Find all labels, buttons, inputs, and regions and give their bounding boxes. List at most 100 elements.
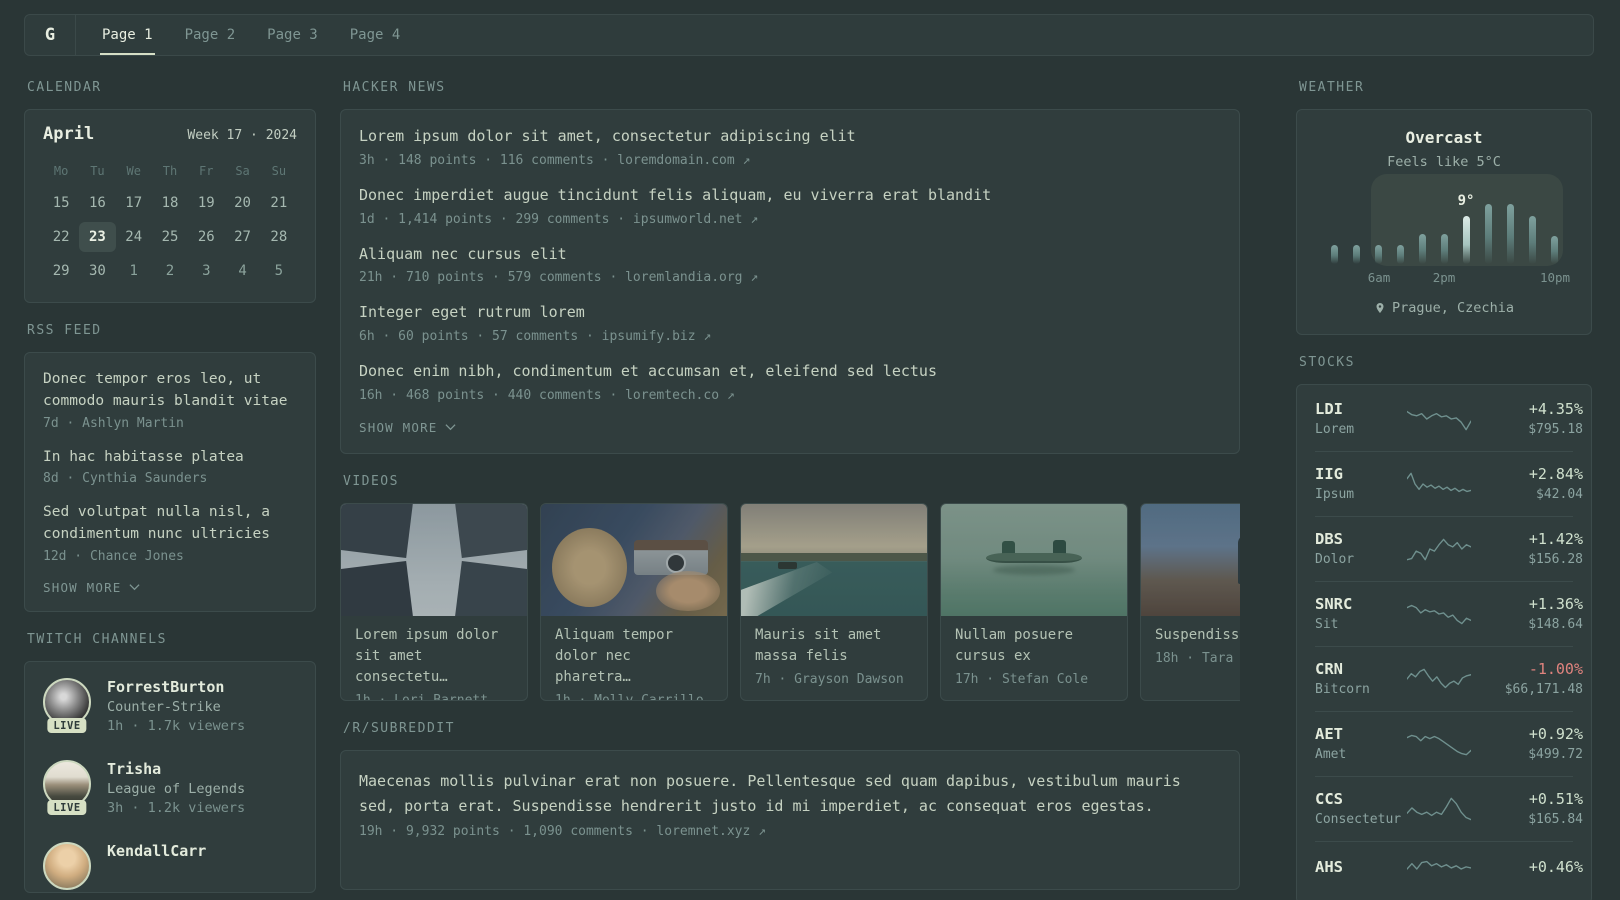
stock-row[interactable]: AET Amet +0.92% $499.72: [1315, 711, 1583, 776]
hn-item-meta: 3h · 148 points · 116 comments · loremdo…: [359, 152, 751, 168]
video-thumbnail[interactable]: [941, 503, 1127, 616]
calendar-day[interactable]: 29: [43, 256, 79, 286]
video-title: Nullam posuere cursus ex: [955, 626, 1074, 664]
video-meta: 1h · Lori Barnett: [355, 692, 489, 701]
calendar-day[interactable]: 22: [43, 222, 79, 252]
calendar-day[interactable]: 15: [43, 188, 79, 218]
hn-item[interactable]: Aliquam nec cursus elit 21h · 710 points…: [359, 244, 1221, 286]
video-thumbnail[interactable]: [341, 503, 527, 616]
stock-sparkline: [1407, 535, 1471, 563]
calendar-day[interactable]: 17: [116, 188, 152, 218]
weather-bar: [1418, 234, 1426, 264]
calendar-day[interactable]: 30: [79, 256, 115, 286]
calendar-day-next-month[interactable]: 5: [261, 256, 297, 286]
hn-item[interactable]: Integer eget rutrum lorem 6h · 60 points…: [359, 302, 1221, 344]
stock-row[interactable]: AHS +0.46%: [1315, 841, 1583, 897]
camera-lens-shape: [666, 553, 687, 574]
stock-row[interactable]: SNRC Sit +1.36% $148.64: [1315, 581, 1583, 646]
stock-ticker: CRN: [1315, 660, 1343, 678]
video-thumbnail[interactable]: [1141, 503, 1240, 616]
tab-page-3[interactable]: Page 3: [265, 15, 320, 55]
calendar-day-selected[interactable]: 23: [79, 222, 116, 252]
calendar-day-next-month[interactable]: 1: [116, 256, 152, 286]
calendar-day[interactable]: 21: [261, 188, 297, 218]
videos-carousel: Lorem ipsum dolor sit amet consectetu… 1…: [340, 502, 1240, 701]
sparkline-chart: [1407, 604, 1471, 624]
stock-ticker: AET: [1315, 725, 1343, 743]
stock-row[interactable]: DBS Dolor +1.42% $156.28: [1315, 516, 1583, 581]
hn-show-more-button[interactable]: SHOW MORE: [359, 420, 1221, 435]
weather-bar: [1352, 245, 1360, 264]
channel-meta: 1h · 1.7k viewers: [107, 717, 246, 734]
stock-change: +1.42%: [1528, 530, 1583, 548]
weather-bar: [1396, 245, 1404, 264]
calendar-day[interactable]: 18: [152, 188, 188, 218]
video-card[interactable]: Aliquam tempor dolor nec pharetra… 1h · …: [540, 502, 728, 701]
calendar-day[interactable]: 20: [224, 188, 260, 218]
tower-shape: [454, 561, 527, 616]
stock-name: Amet: [1315, 747, 1347, 762]
rss-item[interactable]: Sed volutpat nulla nisl, a condimentum n…: [43, 502, 297, 564]
rss-item[interactable]: Donec tempor eros leo, ut commodo mauris…: [43, 369, 297, 431]
sparkline-chart: [1407, 860, 1471, 870]
twitch-channel-row[interactable]: LIVE Trisha League of Legends 3h · 1.2k …: [43, 759, 297, 816]
twitch-section: TWITCH CHANNELS LIVE ForrestBurton Count…: [24, 632, 316, 893]
twitch-channel-row[interactable]: KendallCarr: [43, 841, 297, 890]
calendar-day[interactable]: 24: [116, 222, 152, 252]
time-tick: 10pm: [1539, 270, 1571, 285]
right-column: WEATHER Overcast Feels like 5°C 9° 6am 2…: [1296, 70, 1592, 900]
stocks-widget: LDI Lorem +4.35% $795.18 IIG Ipsum +2.84…: [1296, 384, 1592, 900]
calendar-day[interactable]: 16: [79, 188, 115, 218]
calendar-day-next-month[interactable]: 4: [224, 256, 260, 286]
tab-page-1[interactable]: Page 1: [100, 15, 155, 55]
stock-row[interactable]: LDI Lorem +4.35% $795.18: [1315, 387, 1583, 451]
stock-name: Sit: [1315, 617, 1339, 632]
stock-row[interactable]: CCS Consectetur +0.51% $165.84: [1315, 776, 1583, 841]
video-card[interactable]: Suspendisse diam 18h · Tara: [1140, 502, 1240, 701]
calendar-day-next-month[interactable]: 3: [188, 256, 224, 286]
calendar-day[interactable]: 25: [152, 222, 188, 252]
calendar-day-next-month[interactable]: 2: [152, 256, 188, 286]
video-thumbnail[interactable]: [741, 503, 927, 616]
rss-section-title: RSS FEED: [27, 323, 102, 338]
video-meta: 17h · Stefan Cole: [955, 671, 1089, 687]
avatar: LIVE: [43, 677, 91, 733]
calendar-day[interactable]: 26: [188, 222, 224, 252]
show-more-label: SHOW MORE: [359, 419, 438, 435]
rss-section: RSS FEED Donec tempor eros leo, ut commo…: [24, 323, 316, 612]
reddit-post-title[interactable]: Maecenas mollis pulvinar erat non posuer…: [359, 769, 1221, 819]
video-card[interactable]: Mauris sit amet massa felis 7h · Grayson…: [740, 502, 928, 701]
stock-change: +0.51%: [1528, 790, 1583, 808]
tab-page-2[interactable]: Page 2: [183, 15, 238, 55]
calendar-day[interactable]: 27: [224, 222, 260, 252]
canoe-shape: [985, 553, 1083, 563]
video-meta: 1h · Molly Carrillo: [555, 692, 704, 701]
video-card[interactable]: Lorem ipsum dolor sit amet consectetu… 1…: [340, 502, 528, 701]
stock-ticker: DBS: [1315, 530, 1343, 548]
weather-location[interactable]: Prague, Czechia: [1313, 300, 1575, 316]
left-column: CALENDAR April Week 17 · 2024 Mo Tu We T…: [24, 70, 316, 900]
hn-item[interactable]: Lorem ipsum dolor sit amet, consectetur …: [359, 126, 1221, 168]
stock-name: Bitcorn: [1315, 682, 1370, 697]
rss-show-more-button[interactable]: SHOW MORE: [43, 580, 297, 595]
app-logo[interactable]: G: [25, 15, 76, 55]
weather-feels-like: Feels like 5°C: [1387, 154, 1501, 170]
stock-price: $148.64: [1528, 617, 1583, 632]
stock-sparkline: [1407, 795, 1471, 823]
calendar-day[interactable]: 19: [188, 188, 224, 218]
stock-row[interactable]: CRN Bitcorn -1.00% $66,171.48: [1315, 646, 1583, 711]
hn-item[interactable]: Donec enim nibh, condimentum et accumsan…: [359, 361, 1221, 403]
rss-item[interactable]: In hac habitasse platea 8d · Cynthia Sau…: [43, 447, 297, 487]
video-title: Lorem ipsum dolor sit amet consectetu…: [355, 626, 499, 685]
video-card[interactable]: Nullam posuere cursus ex 17h · Stefan Co…: [940, 502, 1128, 701]
city-skyline-shape: [741, 553, 927, 561]
stock-ticker: SNRC: [1315, 595, 1353, 613]
tab-page-4[interactable]: Page 4: [348, 15, 403, 55]
stock-row[interactable]: IIG Ipsum +2.84% $42.04: [1315, 451, 1583, 516]
calendar-day[interactable]: 28: [261, 222, 297, 252]
hn-item[interactable]: Donec imperdiet augue tincidunt felis al…: [359, 185, 1221, 227]
channel-name: Trisha: [107, 759, 162, 778]
hn-item-title: Lorem ipsum dolor sit amet, consectetur …: [359, 127, 856, 145]
video-thumbnail[interactable]: [541, 503, 727, 616]
twitch-channel-row[interactable]: LIVE ForrestBurton Counter-Strike 1h · 1…: [43, 677, 297, 734]
